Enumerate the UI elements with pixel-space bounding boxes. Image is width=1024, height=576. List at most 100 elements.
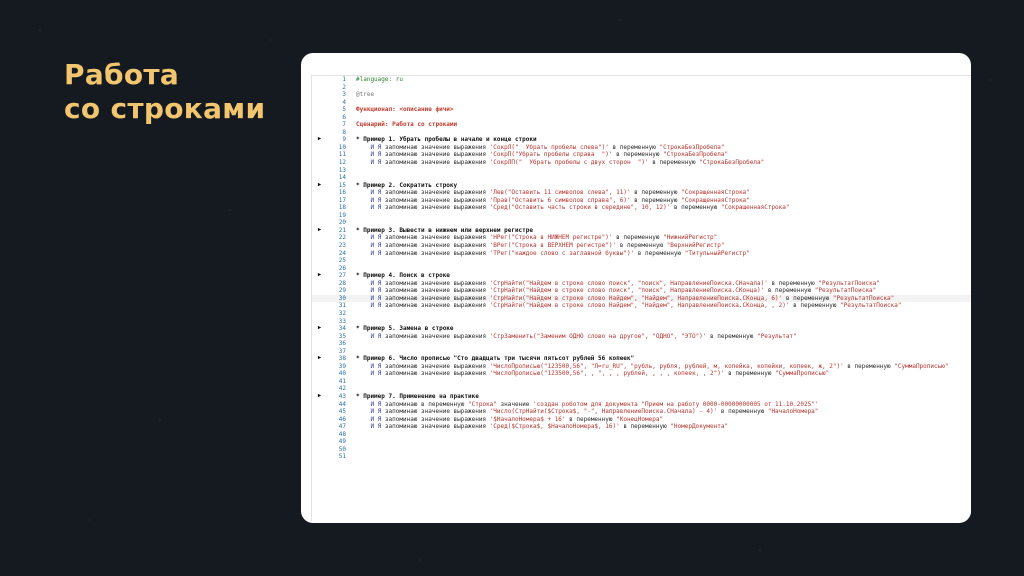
code-line[interactable]: 48: [312, 431, 971, 439]
code-line[interactable]: 42: [312, 385, 971, 393]
line-number: 6: [342, 113, 346, 121]
line-number: 13: [338, 166, 346, 174]
line-number: 3: [342, 91, 346, 99]
code-line[interactable]: ▶ 21 * Пример 3. Вывести в нижнем или верх…: [312, 227, 971, 235]
line-number: 5: [342, 106, 346, 114]
code-line[interactable]: 30 И Я запоминаю значение выражения 'Стр…: [312, 294, 971, 303]
code-line[interactable]: 5 Функционал: <описание фичи>: [312, 106, 971, 114]
code-line[interactable]: 2: [312, 84, 971, 92]
code-line[interactable]: 17 И Я запоминаю значение выражения 'Пра…: [312, 197, 971, 205]
code-line[interactable]: 50: [312, 446, 971, 454]
code-line[interactable]: 41: [312, 378, 971, 386]
code-line[interactable]: 24 И Я запоминаю значение выражения 'ТРе…: [312, 250, 971, 258]
line-number: 51: [338, 453, 346, 461]
line-number: 29: [338, 287, 346, 295]
code-text: * Пример 7. Применение на практике: [356, 392, 479, 400]
code-line[interactable]: 32: [312, 310, 971, 318]
code-line[interactable]: 46 И Я запоминаю значение выражения '$На…: [312, 416, 971, 424]
line-number: 15: [338, 181, 346, 189]
code-editor[interactable]: 1 #language: ru 2 3 @tree 4 5 Функционал: <опис…: [311, 75, 971, 521]
code-line[interactable]: 40 И Я запоминаю значение выражения 'Чис…: [312, 370, 971, 378]
code-text: И Я запоминаю значение выражения 'ТРег("…: [370, 249, 750, 257]
code-line[interactable]: 25: [312, 257, 971, 265]
code-text: И Я запоминаю значение выражения 'Лев("О…: [370, 189, 750, 197]
code-line[interactable]: 13: [312, 167, 971, 175]
line-number: 43: [338, 392, 346, 400]
code-line[interactable]: 12 И Я запоминаю значение выражения 'Сок…: [312, 159, 971, 167]
code-line[interactable]: 10 И Я запоминаю значение выражения 'Сок…: [312, 144, 971, 152]
code-line[interactable]: 16 И Я запоминаю значение выражения 'Лев…: [312, 189, 971, 197]
code-line[interactable]: 22 И Я запоминаю значение выражения 'НРе…: [312, 234, 971, 242]
code-line[interactable]: 7 Сценарий: Работа со строками: [312, 121, 971, 129]
code-line[interactable]: 23 И Я запоминаю значение выражения 'ВРе…: [312, 242, 971, 250]
code-text: И Я запоминаю значение выражения 'СтрЗам…: [370, 332, 797, 340]
run-step-arrow-icon[interactable]: ▶: [315, 227, 324, 235]
code-text: И Я запоминаю значение выражения 'СокрЛ(…: [370, 143, 725, 151]
line-number: 8: [342, 128, 346, 136]
code-line[interactable]: 39 И Я запоминаю значение выражения 'Чис…: [312, 363, 971, 371]
code-line[interactable]: 49: [312, 438, 971, 446]
line-number: 10: [338, 143, 346, 151]
line-number: 14: [338, 174, 346, 182]
code-line[interactable]: 35 И Я запоминаю значение выражения 'Стр…: [312, 333, 971, 341]
code-line[interactable]: 8: [312, 129, 971, 137]
code-text: И Я запоминаю значение выражения 'СтрНай…: [370, 279, 880, 287]
code-line[interactable]: ▶ 15 * Пример 2. Сократить строку: [312, 182, 971, 190]
code-line[interactable]: 37: [312, 348, 971, 356]
code-line[interactable]: ▶ 27 * Пример 4. Поиск в строке: [312, 272, 971, 280]
run-step-arrow-icon[interactable]: ▶: [315, 272, 324, 280]
code-line[interactable]: 44 И Я запоминаю в переменную "Строка" з…: [312, 401, 971, 409]
code-text: И Я запоминаю в переменную "Строка" знач…: [370, 400, 819, 408]
code-text: И Я запоминаю значение выражения 'Сред($…: [370, 423, 729, 431]
run-step-arrow-icon[interactable]: ▶: [315, 136, 324, 144]
code-line[interactable]: 19: [312, 212, 971, 220]
line-number: 49: [338, 438, 346, 446]
code-line[interactable]: 47 И Я запоминаю значение выражения 'Сре…: [312, 423, 971, 431]
run-step-arrow-icon[interactable]: ▶: [315, 355, 324, 363]
code-line[interactable]: 28 И Я запоминаю значение выражения 'Стр…: [312, 280, 971, 288]
run-step-arrow-icon[interactable]: ▶: [315, 325, 324, 333]
slide-title-line-1: Работа: [64, 58, 180, 91]
code-line[interactable]: 6: [312, 114, 971, 122]
line-number: 1: [342, 76, 346, 83]
code-line[interactable]: 20: [312, 219, 971, 227]
code-line[interactable]: 18 И Я запоминаю значение выражения 'Сре…: [312, 204, 971, 212]
code-line[interactable]: 33: [312, 318, 971, 326]
line-number: 35: [338, 332, 346, 340]
code-text: Функционал: <описание фичи>: [356, 106, 454, 114]
code-line[interactable]: 1 #language: ru: [312, 76, 971, 84]
code-line[interactable]: 51: [312, 453, 971, 461]
line-number: 44: [338, 400, 346, 408]
code-text: * Пример 6. Число прописью "Сто двадцать…: [356, 355, 635, 363]
code-text: * Пример 5. Замена в строке: [356, 325, 454, 333]
code-text: И Я запоминаю значение выражения '$Начал…: [370, 415, 664, 423]
code-line[interactable]: 14: [312, 174, 971, 182]
line-number: 12: [338, 159, 346, 167]
code-line[interactable]: 26: [312, 265, 971, 273]
code-line[interactable]: 29 И Я запоминаю значение выражения 'Стр…: [312, 287, 971, 295]
code-line[interactable]: ▶ 34 * Пример 5. Замена в строке: [312, 325, 971, 333]
code-line[interactable]: ▶ 9 * Пример 1. Убрать пробелы в начале и …: [312, 136, 971, 144]
code-text: @tree: [356, 91, 375, 99]
code-text: * Пример 2. Сократить строку: [356, 181, 458, 189]
run-step-arrow-icon[interactable]: ▶: [315, 393, 324, 401]
code-line[interactable]: ▶ 38 * Пример 6. Число прописью "Сто двадц…: [312, 355, 971, 363]
code-text: #language: ru: [356, 76, 403, 83]
code-line[interactable]: 11 И Я запоминаю значение выражения 'Сок…: [312, 151, 971, 159]
code-line[interactable]: 45 И Я запоминаю значение выражения 'Чис…: [312, 408, 971, 416]
code-line[interactable]: 36: [312, 340, 971, 348]
code-line[interactable]: 3 @tree: [312, 91, 971, 99]
code-text: И Я запоминаю значение выражения 'СтрНай…: [370, 302, 902, 310]
line-number: 4: [342, 98, 346, 106]
code-line[interactable]: 31 И Я запоминаю значение выражения 'Стр…: [312, 302, 971, 310]
run-step-arrow-icon[interactable]: ▶: [315, 182, 324, 190]
line-number: 19: [338, 211, 346, 219]
line-number: 16: [338, 189, 346, 197]
code-line[interactable]: 4: [312, 99, 971, 107]
code-line[interactable]: ▶ 43 * Пример 7. Применение на практике: [312, 393, 971, 401]
code-text: И Я запоминаю значение выражения 'ВРег("…: [370, 242, 725, 250]
line-number: 30: [338, 294, 346, 302]
line-number: 34: [338, 325, 346, 333]
line-number: 48: [338, 430, 346, 438]
code-text: И Я запоминаю значение выражения 'СокрЛП…: [370, 159, 765, 167]
